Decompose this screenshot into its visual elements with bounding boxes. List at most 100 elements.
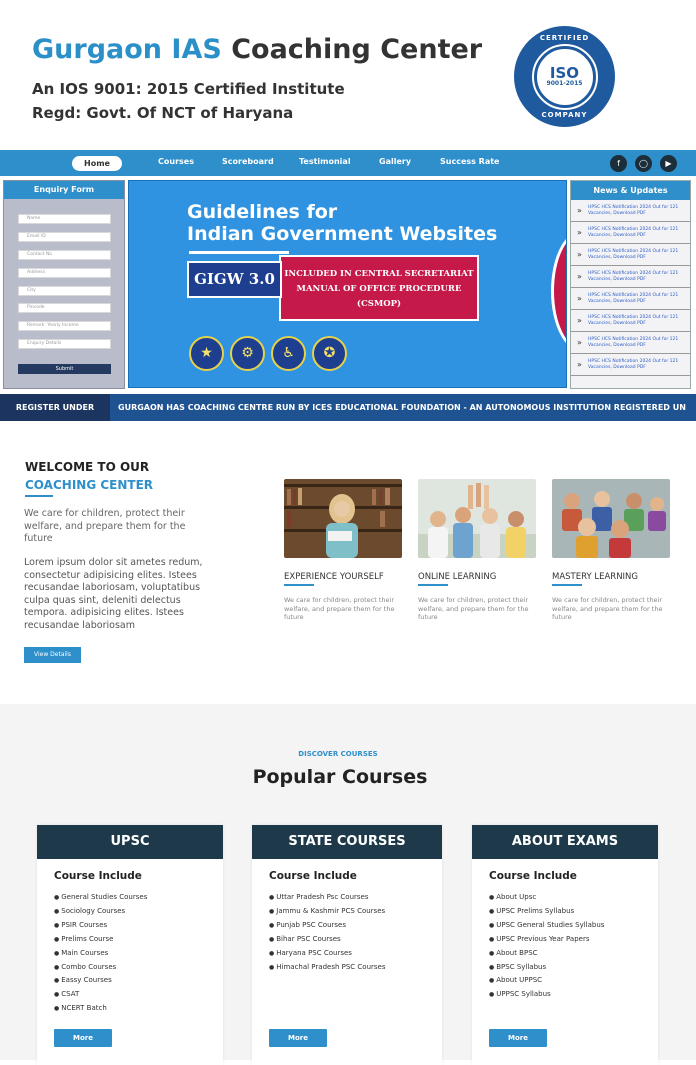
remark-field[interactable]: Remark: Yearly Income bbox=[18, 321, 111, 331]
more-button[interactable]: More bbox=[54, 1029, 112, 1047]
nav-item-testimonial[interactable]: Testimonial bbox=[299, 157, 351, 166]
welcome-heading-line1: WELCOME TO OUR bbox=[25, 460, 150, 474]
main-navbar: Home Courses Scoreboard Testimonial Gall… bbox=[0, 150, 696, 176]
list-item[interactable]: Jammu & Kashmir PCS Courses bbox=[269, 905, 386, 919]
course-include-label: Course Include bbox=[269, 870, 357, 882]
youtube-icon[interactable]: ▶ bbox=[660, 155, 677, 172]
feature-underline bbox=[552, 584, 582, 586]
course-card-exams: ABOUT EXAMS Course Include About Upsc UP… bbox=[472, 825, 658, 1065]
list-item[interactable]: Haryana PSC Courses bbox=[269, 947, 386, 961]
list-item[interactable]: Eassy Courses bbox=[54, 974, 147, 988]
instagram-icon[interactable]: ◯ bbox=[635, 155, 652, 172]
banner-divider bbox=[189, 251, 289, 254]
welcome-lead: We care for children, protect their welf… bbox=[24, 508, 186, 544]
nav-item-courses[interactable]: Courses bbox=[158, 157, 194, 166]
news-link[interactable]: HPSC HCS Notification 2024 Out for 121 V… bbox=[588, 205, 686, 217]
list-item[interactable]: Punjab PSC Courses bbox=[269, 919, 386, 933]
news-item[interactable]: » HPSC HCS Notification 2024 Out for 121 … bbox=[571, 267, 690, 288]
list-item[interactable]: About Upsc bbox=[489, 891, 604, 905]
list-item[interactable]: Uttar Pradesh Psc Courses bbox=[269, 891, 386, 905]
more-button[interactable]: More bbox=[489, 1029, 547, 1047]
news-link[interactable]: HPSC HCS Notification 2024 Out for 121 V… bbox=[588, 227, 686, 239]
enquiry-details-field[interactable]: Enquiry Details bbox=[18, 339, 111, 349]
name-field[interactable]: Name bbox=[18, 214, 111, 224]
accessibility-award-icon: ★ bbox=[189, 336, 224, 371]
registration-line: Regd: Govt. Of NCT of Haryana bbox=[32, 104, 294, 122]
view-details-button[interactable]: View Details bbox=[24, 647, 81, 663]
course-card-upsc: UPSC Course Include General Studies Cour… bbox=[37, 825, 223, 1065]
feature-title-experience: EXPERIENCE YOURSELF bbox=[284, 572, 384, 582]
pincode-field[interactable]: Pincode bbox=[18, 303, 111, 313]
nav-item-success-rate[interactable]: Success Rate bbox=[440, 157, 499, 166]
news-link[interactable]: HPSC HCS Notification 2024 Out for 121 V… bbox=[588, 315, 686, 327]
list-item[interactable]: UPPSC Syllabus bbox=[489, 988, 604, 1002]
list-item[interactable]: NCERT Batch bbox=[54, 1002, 147, 1016]
nav-item-home[interactable]: Home bbox=[72, 156, 122, 171]
feature-underline bbox=[418, 584, 448, 586]
list-item[interactable]: CSAT bbox=[54, 988, 147, 1002]
welcome-heading-line2: COACHING CENTER bbox=[25, 478, 154, 492]
seal-center: ISO 9001-2015 bbox=[531, 43, 598, 110]
seal-top-text: CERTIFIED bbox=[539, 34, 590, 42]
news-link[interactable]: HPSC HCS Notification 2024 Out for 121 V… bbox=[588, 249, 686, 261]
city-field[interactable]: City bbox=[18, 286, 111, 296]
list-item[interactable]: Main Courses bbox=[54, 947, 147, 961]
double-chevron-icon: » bbox=[577, 316, 582, 325]
list-item[interactable]: Himachal Pradesh PSC Courses bbox=[269, 961, 385, 975]
hero-banner[interactable]: Guidelines for Indian Government Website… bbox=[128, 180, 567, 388]
site-title-part1: Gurgaon IAS bbox=[32, 34, 222, 65]
list-item[interactable]: Combo Courses bbox=[54, 961, 147, 975]
news-link[interactable]: HPSC HCS Notification 2024 Out for 121 V… bbox=[588, 293, 686, 305]
certification-line: An IOS 9001: 2015 Certified Institute bbox=[32, 80, 345, 98]
banner-heading: Guidelines for Indian Government Website… bbox=[187, 201, 497, 245]
ticker-message[interactable]: GURGAON HAS COACHING CENTRE RUN BY ICES … bbox=[118, 394, 686, 421]
news-item[interactable]: » HPSC HCS Notification 2024 Out for 121 … bbox=[571, 245, 690, 266]
news-title: News & Updates bbox=[571, 181, 690, 200]
contact-field[interactable]: Contact No bbox=[18, 250, 111, 260]
feature-desc-mastery: We care for children, protect their welf… bbox=[552, 596, 663, 621]
course-card-header: UPSC bbox=[37, 825, 223, 859]
double-chevron-icon: » bbox=[577, 228, 582, 237]
quality-seal-icon: ✪ bbox=[312, 336, 347, 371]
news-link[interactable]: HPSC HCS Notification 2024 Out for 121 V… bbox=[588, 337, 686, 349]
submit-button[interactable]: Submit bbox=[18, 364, 111, 374]
email-field[interactable]: Email ID bbox=[18, 232, 111, 242]
more-button[interactable]: More bbox=[269, 1029, 327, 1047]
news-item[interactable]: » HPSC HCS Notification 2024 Out for 121 … bbox=[571, 201, 690, 222]
list-item[interactable]: Bihar PSC Courses bbox=[269, 933, 386, 947]
list-item[interactable]: Sociology Courses bbox=[54, 905, 147, 919]
list-item[interactable]: About BPSC bbox=[489, 947, 604, 961]
news-item[interactable]: » HPSC HCS Notification 2024 Out for 121 … bbox=[571, 311, 690, 332]
double-chevron-icon: » bbox=[577, 338, 582, 347]
list-item[interactable]: Prelims Course bbox=[54, 933, 147, 947]
list-item[interactable]: UPSC Previous Year Papers bbox=[489, 933, 604, 947]
course-card-header: ABOUT EXAMS bbox=[472, 825, 658, 859]
feature-desc-online: We care for children, protect their welf… bbox=[418, 596, 529, 621]
course-card-state: STATE COURSES Course Include Uttar Prade… bbox=[252, 825, 442, 1065]
list-item[interactable]: About UPPSC bbox=[489, 974, 604, 988]
course-card-header: STATE COURSES bbox=[252, 825, 442, 859]
list-item[interactable]: BPSC Syllabus bbox=[489, 961, 604, 975]
news-item[interactable]: » HPSC HCS Notification 2024 Out for 121 … bbox=[571, 289, 690, 310]
news-updates-panel: News & Updates » HPSC HCS Notification 20… bbox=[570, 180, 691, 389]
nav-item-scoreboard[interactable]: Scoreboard bbox=[222, 157, 274, 166]
feature-title-online: ONLINE LEARNING bbox=[418, 572, 497, 582]
list-item[interactable]: UPSC General Studies Syllabus bbox=[489, 919, 604, 933]
news-item[interactable]: » HPSC HCS Notification 2024 Out for 121 … bbox=[571, 355, 690, 376]
news-link[interactable]: HPSC HCS Notification 2024 Out for 121 V… bbox=[588, 359, 686, 371]
list-item[interactable]: PSIR Courses bbox=[54, 919, 147, 933]
news-item[interactable]: » HPSC HCS Notification 2024 Out for 121 … bbox=[571, 223, 690, 244]
list-item[interactable]: UPSC Prelims Syllabus bbox=[489, 905, 604, 919]
news-item[interactable]: » HPSC HCS Notification 2024 Out for 121 … bbox=[571, 333, 690, 354]
nav-item-gallery[interactable]: Gallery bbox=[379, 157, 411, 166]
address-field[interactable]: Address bbox=[18, 268, 111, 278]
site-title-part2: Coaching Center bbox=[231, 34, 483, 65]
facebook-icon[interactable]: f bbox=[610, 155, 627, 172]
news-link[interactable]: HPSC HCS Notification 2024 Out for 121 V… bbox=[588, 271, 686, 283]
courses-title: Popular Courses bbox=[252, 766, 428, 788]
banner-heading-line2: Indian Government Websites bbox=[187, 223, 498, 245]
feature-desc-experience: We care for children, protect their welf… bbox=[284, 596, 395, 621]
gigw-badge: GIGW 3.0 bbox=[187, 261, 282, 298]
welcome-body: Lorem ipsum dolor sit ametes redum, cons… bbox=[24, 557, 203, 631]
list-item[interactable]: General Studies Courses bbox=[54, 891, 147, 905]
